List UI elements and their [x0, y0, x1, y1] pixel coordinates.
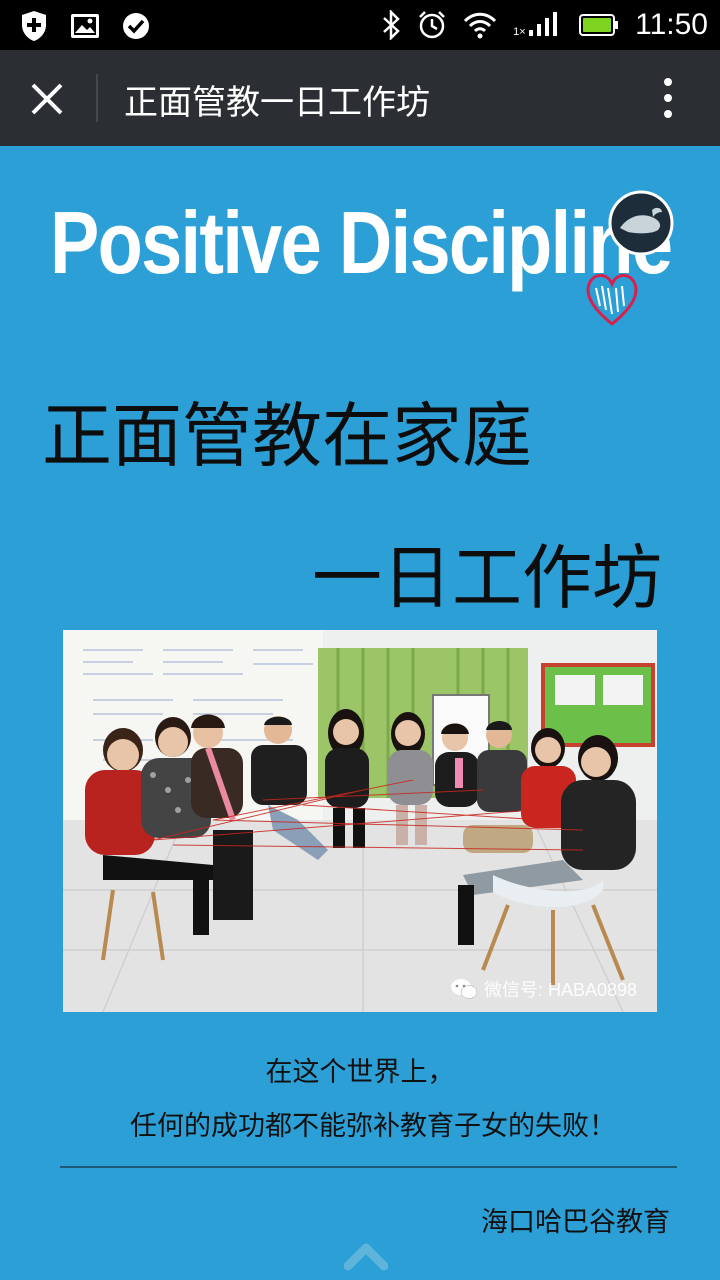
wifi-icon — [464, 12, 497, 39]
close-icon[interactable] — [22, 74, 72, 124]
headline-line-1: 正面管教在家庭 — [42, 395, 532, 477]
heart-icon — [586, 274, 638, 326]
status-time: 11:50 — [635, 8, 708, 41]
shield-plus-icon — [22, 11, 46, 41]
headline-line-2: 一日工作坊 — [312, 537, 662, 619]
app-bar-divider — [96, 74, 98, 122]
positive-discipline-logo: Positive Discipline — [50, 190, 680, 342]
battery-icon — [579, 14, 619, 36]
watermark-text: 微信号: HABA0898 — [483, 980, 637, 1000]
chevron-up-icon[interactable] — [344, 1238, 388, 1272]
workshop-photo-illustration — [63, 630, 657, 1012]
quote-line-2: 任何的成功都不能弥补教育子女的失败！ — [130, 1111, 616, 1142]
status-bar: 1× 11:50 — [0, 0, 720, 50]
quote-line-1: 在这个世界上， — [265, 1057, 455, 1088]
network-speed-label: 1× — [513, 26, 526, 38]
more-vertical-icon[interactable] — [662, 77, 674, 119]
bluetooth-icon — [383, 10, 400, 40]
check-circle-icon — [123, 13, 149, 39]
divider-line — [60, 1166, 677, 1168]
signature: 海口哈巴谷教育 — [481, 1207, 670, 1238]
app-bar: 正面管教一日工作坊 — [0, 50, 720, 146]
logo-text: Positive Discipline — [50, 193, 673, 292]
photo-watermark: 微信号: HABA0898 — [450, 976, 637, 1002]
signal-icon: 1× — [513, 10, 563, 40]
image-icon — [71, 14, 99, 38]
alarm-icon — [419, 11, 446, 39]
logo-badge-icon — [608, 190, 674, 256]
page-title: 正面管教一日工作坊 — [124, 83, 430, 123]
wechat-icon — [450, 979, 478, 999]
workshop-photo: 微信号: HABA0898 — [63, 630, 657, 1012]
